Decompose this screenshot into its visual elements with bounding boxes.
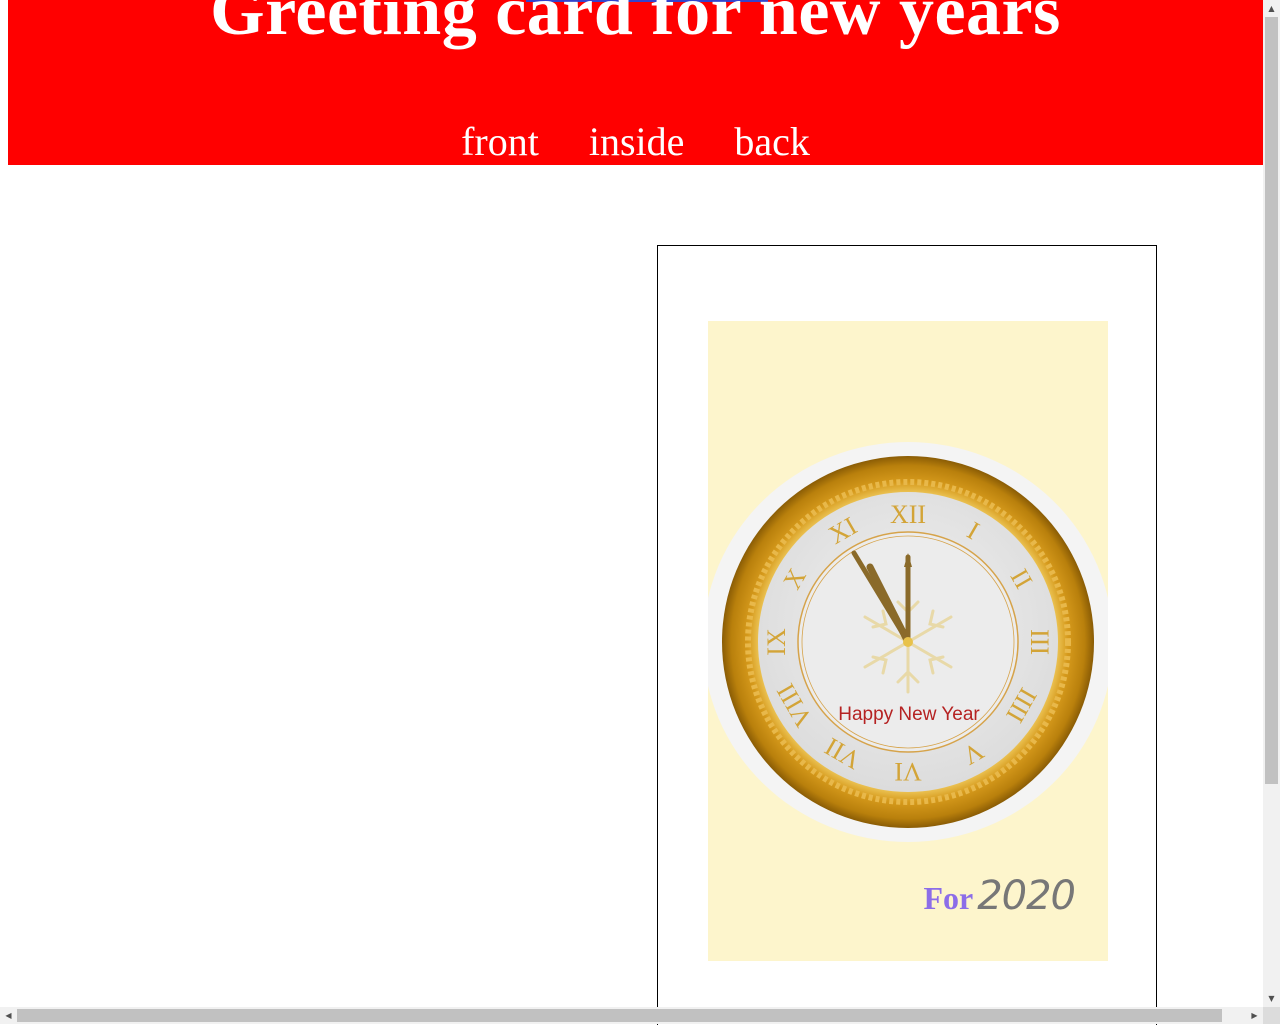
nav-inside-link[interactable]: inside [589,118,685,165]
scroll-right-arrow-icon[interactable]: ▶ [1246,1007,1263,1024]
scroll-left-arrow-icon[interactable]: ◀ [0,1007,17,1024]
page-title: Greeting card for new years [210,0,1061,50]
year-label: 2020 [977,873,1076,919]
svg-text:XII: XII [890,500,926,529]
nav-back-link[interactable]: back [734,118,810,165]
svg-text:III: III [1025,629,1054,655]
year-caption: For 2020 [923,873,1076,919]
svg-text:VI: VI [894,757,921,786]
scroll-down-arrow-icon[interactable]: ▼ [1263,990,1280,1007]
clock-illustration: XII I II III IIII V VI VII VIII IX X XI … [708,442,1108,842]
for-label: For [923,880,974,916]
scrollbar-corner [1263,1007,1280,1024]
horizontal-scrollbar[interactable]: ◀ ▶ [0,1007,1263,1024]
vertical-scrollbar[interactable]: ▲ ▼ [1263,0,1280,1007]
nav-front-link[interactable]: front [461,118,539,165]
horizontal-scroll-thumb[interactable] [17,1009,1222,1022]
scroll-up-arrow-icon[interactable]: ▲ [1263,0,1280,17]
vertical-scroll-thumb[interactable] [1265,17,1278,784]
svg-text:IX: IX [762,628,791,656]
card-front-image: XII I II III IIII V VI VII VIII IX X XI … [708,321,1108,961]
card-nav: front inside back [8,118,1263,165]
page-header: Greeting card for new years front inside… [8,0,1263,165]
clock-caption: Happy New Year [838,704,980,725]
